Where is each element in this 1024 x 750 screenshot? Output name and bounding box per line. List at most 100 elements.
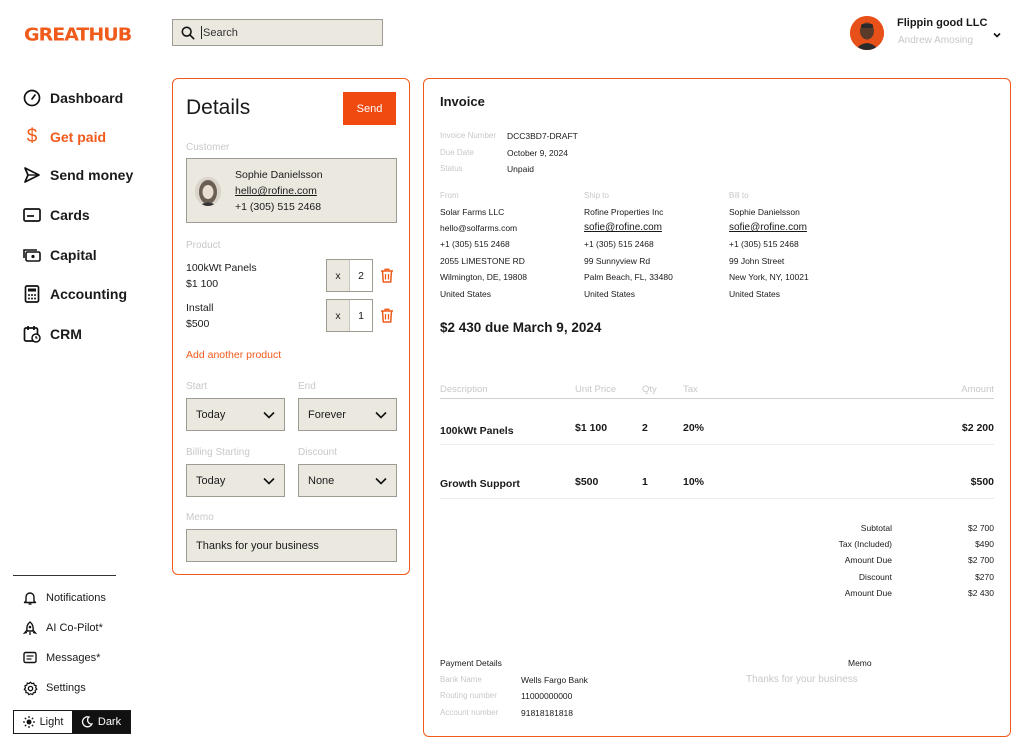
sidebar-item-label: Settings (46, 682, 86, 694)
column-header-description: Description (440, 384, 488, 395)
amount-due-summary: $2 430 due March 9, 2024 (440, 320, 602, 335)
sidebar-item-notifications[interactable]: Notifications (22, 590, 106, 606)
column-header-tax: Tax (683, 384, 698, 395)
sidebar-item-accounting[interactable]: Accounting (22, 284, 127, 304)
bill-to-line: New York, NY, 10021 (729, 272, 809, 282)
start-value: Today (196, 408, 226, 421)
discount-value: None (308, 474, 335, 487)
quantity-value[interactable]: 2 (349, 260, 372, 291)
bill-to-line: 99 John Street (729, 256, 785, 266)
trash-icon[interactable] (380, 308, 394, 328)
customer-name: Sophie Danielsson (235, 169, 323, 181)
payment-label: Bank Name (440, 675, 482, 684)
sidebar-item-dashboard[interactable]: Dashboard (22, 88, 123, 108)
account-menu-chevron-icon[interactable] (992, 27, 1002, 45)
app-logo[interactable]: GREATHUB (24, 25, 132, 46)
sidebar-item-label: Send money (50, 167, 134, 183)
from-line: +1 (305) 515 2468 (440, 239, 510, 249)
theme-dark-option[interactable]: Dark (72, 711, 130, 733)
user-name: Andrew Amosing (898, 35, 974, 46)
line-item-description: 100kWt Panels (440, 425, 514, 437)
add-product-link[interactable]: Add another product (186, 349, 281, 361)
sidebar-item-label: Accounting (50, 286, 127, 302)
sidebar-item-cards[interactable]: Cards (22, 205, 90, 225)
chevron-down-icon (263, 411, 275, 419)
end-label: End (298, 381, 316, 392)
account-number: 91818181818 (521, 708, 574, 718)
bill-to-label: Bill to (729, 191, 749, 200)
company-name: Flippin good LLC (897, 17, 988, 29)
from-line: hello@solfarms.com (440, 223, 518, 233)
bill-to-email[interactable]: sofie@rofine.com (729, 222, 807, 233)
sidebar-item-send-money[interactable]: Send money (22, 165, 133, 185)
rocket-icon (22, 620, 38, 636)
totals-label: Amount Due (844, 588, 892, 598)
discount-select[interactable]: None (298, 464, 397, 497)
billing-select[interactable]: Today (186, 464, 285, 497)
customer-email[interactable]: hello@rofine.com (235, 185, 317, 197)
status-value: Unpaid (507, 164, 534, 174)
bill-to-line: +1 (305) 515 2468 (729, 239, 799, 249)
ship-to-label: Ship to (584, 191, 609, 200)
gear-icon (22, 680, 38, 696)
send-button[interactable]: Send (343, 92, 396, 125)
line-item-amount: $500 (970, 476, 994, 488)
from-line: Wilmington, DE, 19808 (440, 272, 527, 282)
row-divider (440, 498, 994, 499)
sidebar-item-settings[interactable]: Settings (22, 680, 86, 696)
line-item-tax: 20% (683, 422, 705, 434)
discount-label: Discount (298, 447, 337, 458)
ship-to-line: United States (584, 289, 636, 299)
chevron-down-icon (375, 477, 387, 485)
line-item-tax: 10% (683, 476, 705, 488)
sidebar-item-label: Notifications (46, 592, 106, 604)
bell-icon (22, 590, 38, 606)
billing-label: Billing Starting (186, 447, 250, 458)
theme-toggle[interactable]: Light Dark (13, 710, 131, 734)
totals-label: Tax (Included) (838, 539, 892, 549)
sidebar-item-messages[interactable]: Messages* (22, 650, 100, 666)
sidebar-item-label: Capital (50, 247, 97, 263)
sidebar-item-label: AI Co-Pilot* (46, 622, 103, 634)
due-date: October 9, 2024 (507, 148, 568, 158)
search-bar[interactable]: Search (172, 19, 383, 46)
end-select[interactable]: Forever (298, 398, 397, 431)
sidebar-item-get-paid[interactable]: $ Get paid (22, 126, 106, 147)
quantity-stepper[interactable]: x 1 (326, 299, 373, 332)
quantity-prefix: x (335, 309, 341, 322)
ship-to-email[interactable]: sofie@rofine.com (584, 222, 662, 233)
invoice-number: DCC3BD7-DRAFT (507, 131, 578, 141)
quantity-value[interactable]: 1 (349, 300, 372, 331)
start-select[interactable]: Today (186, 398, 285, 431)
row-divider (440, 444, 994, 445)
quantity-stepper[interactable]: x 2 (326, 259, 373, 292)
totals-label: Discount (858, 572, 892, 582)
moon-icon (81, 716, 93, 728)
memo-input[interactable]: Thanks for your business (186, 529, 397, 562)
bill-to-name: Sophie Danielsson (729, 207, 800, 217)
column-header-unit-price: Unit Price (575, 384, 617, 395)
chevron-down-icon (263, 477, 275, 485)
payment-label: Account number (440, 708, 499, 717)
trash-icon[interactable] (380, 268, 394, 288)
user-avatar[interactable] (850, 16, 884, 50)
payment-details-title: Payment Details (440, 658, 502, 668)
meta-label: Invoice Number (440, 131, 497, 140)
sidebar-item-capital[interactable]: Capital (22, 245, 97, 265)
start-label: Start (186, 381, 208, 392)
search-input[interactable]: Search (203, 27, 238, 39)
product-name: 100kWt Panels (186, 262, 257, 274)
sidebar-item-label: Cards (50, 207, 90, 223)
theme-light-option[interactable]: Light (14, 711, 72, 733)
details-title: Details (186, 96, 251, 119)
column-header-amount: Amount (961, 384, 994, 395)
sidebar-item-ai-copilot[interactable]: AI Co-Pilot* (22, 620, 103, 636)
from-line: 2055 LIMESTONE RD (440, 256, 525, 266)
sidebar-item-crm[interactable]: CRM (22, 324, 82, 344)
ship-to-line: Palm Beach, FL, 33480 (584, 272, 673, 282)
message-icon (22, 650, 38, 666)
product-name: Install (186, 302, 214, 314)
memo-label: Memo (186, 512, 214, 523)
from-line: Solar Farms LLC (440, 207, 505, 217)
ship-to-line: 99 Sunnyview Rd (584, 256, 651, 266)
